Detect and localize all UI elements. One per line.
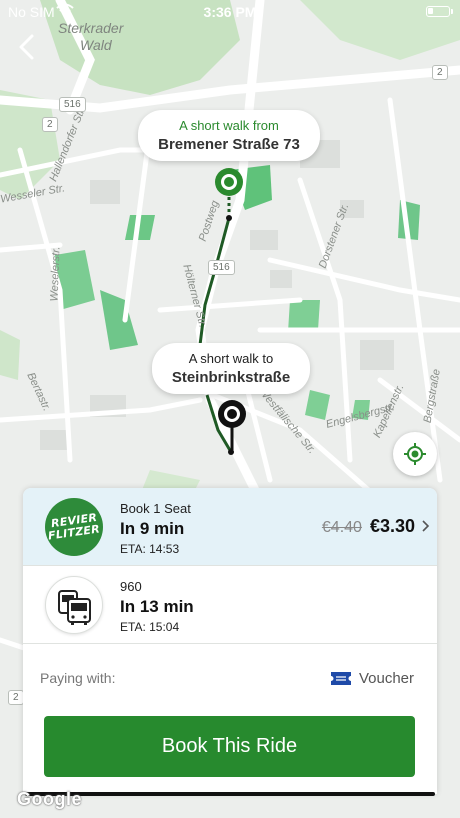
sheet-bottom-edge <box>25 792 435 796</box>
battery-icon <box>426 6 453 17</box>
ride-info: 960 In 13 min ETA: 15:04 <box>120 579 194 634</box>
ride-eta: ETA: 14:53 <box>120 542 180 556</box>
bus-logo <box>45 576 103 634</box>
ride-options-sheet: REVIER FLITZER Book 1 Seat In 9 min ETA:… <box>23 488 437 794</box>
pickup-callout[interactable]: A short walk from Bremener Straße 73 <box>138 110 320 161</box>
map-area-label-line1: Sterkrader <box>58 20 124 36</box>
ride-title: Book 1 Seat <box>120 501 191 516</box>
road-shield: 516 <box>59 97 86 112</box>
road-shield: 2 <box>42 117 58 132</box>
ride-option-shared[interactable]: REVIER FLITZER Book 1 Seat In 9 min ETA:… <box>23 488 437 566</box>
locate-me-button[interactable] <box>393 432 437 476</box>
pickup-callout-subtitle: A short walk from <box>179 118 279 133</box>
ride-duration: In 9 min <box>120 519 185 538</box>
current-price: €3.30 <box>369 516 415 536</box>
ride-info: Book 1 Seat In 9 min ETA: 14:53 <box>120 501 191 556</box>
chevron-right-icon <box>422 520 430 532</box>
road-shield: 2 <box>8 690 24 705</box>
ride-price: €4.40 €3.30 <box>322 516 415 537</box>
bus-icon <box>58 590 91 625</box>
ride-option-bus[interactable]: 960 In 13 min ETA: 15:04 <box>23 566 437 644</box>
old-price: €4.40 <box>321 519 362 536</box>
ride-title: 960 <box>120 579 142 594</box>
payment-method[interactable]: Voucher <box>330 670 414 687</box>
status-time: 3:36 PM <box>203 4 257 20</box>
ride-eta: ETA: 15:04 <box>120 620 180 634</box>
back-button[interactable] <box>12 32 42 62</box>
map-street-label: Weselerstr. <box>48 246 63 302</box>
map-area-label-line2: Wald <box>80 37 112 53</box>
pickup-pin-icon <box>215 168 243 196</box>
revierflitzer-logo: REVIER FLITZER <box>45 498 103 556</box>
ride-duration: In 13 min <box>120 597 194 616</box>
book-ride-button[interactable]: Book This Ride <box>44 716 415 777</box>
chevron-left-icon <box>19 34 34 60</box>
dropoff-pin-icon <box>218 400 246 428</box>
payment-method-label: Voucher <box>358 670 414 687</box>
map-area-label: Sterkrader Wald <box>58 20 123 54</box>
road-shield: 516 <box>208 260 235 275</box>
dropoff-callout[interactable]: A short walk to Steinbrinkstraße <box>152 343 310 394</box>
google-attribution: Google <box>17 789 82 809</box>
locate-me-icon <box>404 443 426 465</box>
payment-row[interactable]: Paying with: Voucher <box>23 644 437 714</box>
status-bar: No SIM 3:36 PM <box>0 0 460 22</box>
payment-label: Paying with: <box>40 670 116 686</box>
road-shield: 2 <box>432 65 448 80</box>
voucher-ticket-icon <box>330 672 351 685</box>
dropoff-callout-subtitle: A short walk to <box>188 351 274 366</box>
dropoff-callout-address: Steinbrinkstraße <box>171 369 291 386</box>
pickup-callout-address: Bremener Straße 73 <box>158 136 300 153</box>
